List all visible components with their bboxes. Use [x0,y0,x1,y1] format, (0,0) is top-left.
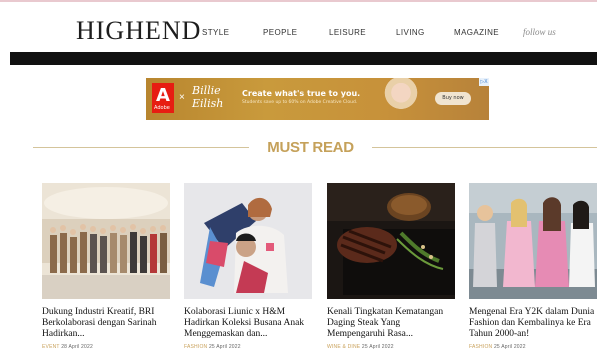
ad-portrait-image [384,78,418,120]
ad-close-icon[interactable]: ▷X [479,78,489,86]
nav-item-people[interactable]: PEOPLE [263,28,297,37]
adobe-logo-label: Adobe [154,105,170,111]
article-date: 25 April 2022 [493,344,526,350]
article-thumbnail[interactable] [469,183,597,299]
must-read-header: MUST READ [0,130,597,164]
article-card[interactable]: Mengenal Era Y2K dalam Dunia Fashion dan… [469,183,597,350]
article-category[interactable]: EVENT [42,344,60,350]
ad-artist-script: Billie Eilish [192,84,224,110]
site-logo[interactable]: HIGHEND [76,16,201,46]
article-card[interactable]: Kenali Tingkatan Kematangan Daging Steak… [327,183,455,350]
adobe-logo-icon: A Adobe [152,83,174,113]
divider-right [372,147,597,148]
follow-us-link[interactable]: follow us [523,27,556,37]
article-title[interactable]: Kenali Tingkatan Kematangan Daging Steak… [327,307,455,340]
article-date: 28 April 2022 [61,344,93,350]
article-category[interactable]: FASHION [184,344,207,350]
ad-buy-button[interactable]: Buy now [435,92,471,105]
article-category[interactable]: WINE & DINE [327,344,360,350]
nav-item-leisure[interactable]: LEISURE [329,28,366,37]
article-meta: FASHION 25 April 2022 [469,344,597,350]
navbar: HIGHEND STYLE PEOPLE LEISURE LIVING MAGA… [0,2,597,52]
nav-item-magazine[interactable]: MAGAZINE [454,28,499,37]
article-category[interactable]: FASHION [469,344,492,350]
article-title[interactable]: Mengenal Era Y2K dalam Dunia Fashion dan… [469,307,597,340]
article-thumbnail[interactable] [327,183,455,299]
ad-subtext: Students save up to 60% on Adobe Creativ… [242,100,358,105]
article-meta: EVENT 28 April 2022 [42,344,170,350]
article-thumbnail[interactable] [42,183,170,299]
ad-cross-symbol: × [179,92,185,103]
header-divider-bar [10,52,597,65]
ad-headline: Create what's true to you. [242,89,361,98]
section-title: MUST READ [267,139,354,156]
article-card[interactable]: Dukung Industri Kreatif, BRI Berkolabora… [42,183,170,350]
article-date: 25 April 2022 [361,344,394,350]
nav-item-style[interactable]: STYLE [202,28,229,37]
article-thumbnail[interactable] [184,183,312,299]
article-meta: FASHION 25 April 2022 [184,344,312,350]
article-meta: WINE & DINE 25 April 2022 [327,344,455,350]
ad-banner[interactable]: A Adobe × Billie Eilish Create what's tru… [146,78,489,120]
article-date: 25 April 2022 [208,344,241,350]
article-card[interactable]: Kolaborasi Liunic x H&M Hadirkan Koleksi… [184,183,312,350]
divider-left [33,147,249,148]
article-title[interactable]: Dukung Industri Kreatif, BRI Berkolabora… [42,307,170,340]
article-title[interactable]: Kolaborasi Liunic x H&M Hadirkan Koleksi… [184,307,312,340]
nav-item-living[interactable]: LIVING [396,28,425,37]
